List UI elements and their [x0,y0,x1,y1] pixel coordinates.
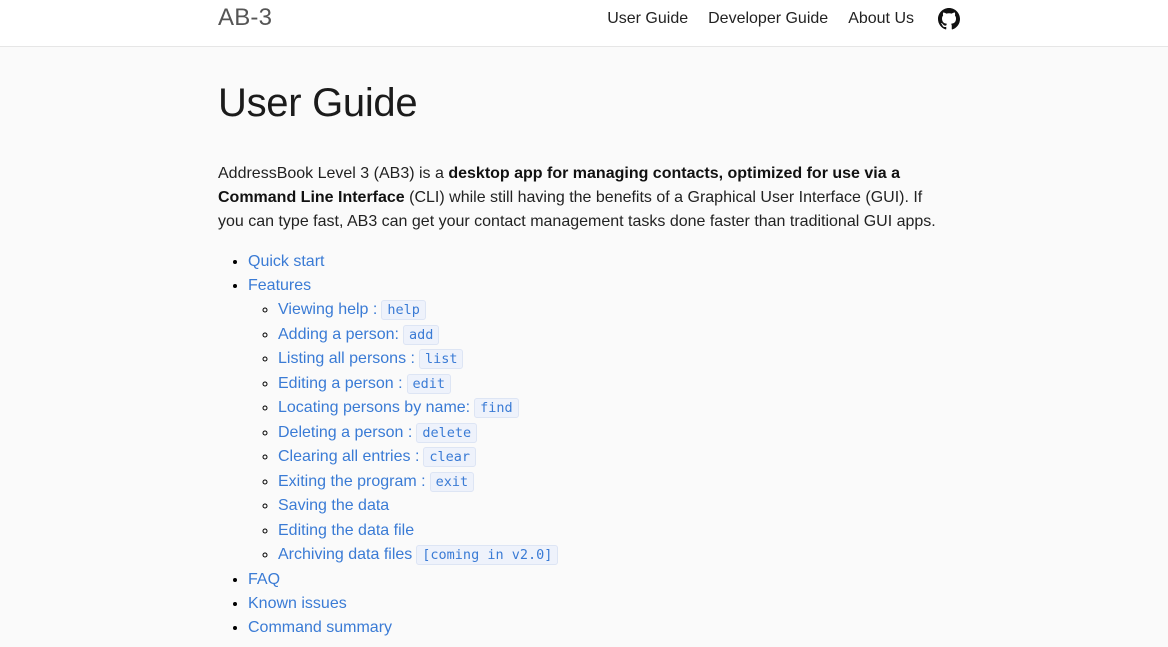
command-code: help [381,300,426,320]
command-code: find [474,398,519,418]
toc-link-adding-person[interactable]: Adding a person: [278,326,399,343]
toc-link-locating-persons[interactable]: Locating persons by name: [278,399,470,416]
toc-item: Command summary [248,616,948,640]
toc-subitem: Deleting a person :delete [278,421,948,446]
nav-user-guide[interactable]: User Guide [607,9,688,29]
intro-text-1: AddressBook Level 3 (AB3) is a [218,165,449,182]
brand-logo[interactable]: AB-3 [218,4,272,32]
toc-subitem: Exiting the program :exit [278,470,948,495]
site-header: AB-3 User Guide Developer Guide About Us [0,0,1168,47]
toc-link-listing-persons[interactable]: Listing all persons : [278,350,415,367]
toc-subitem: Saving the data [278,494,948,519]
command-code: list [418,349,464,369]
top-nav: User Guide Developer Guide About Us [587,7,960,30]
intro-paragraph: AddressBook Level 3 (AB3) is a desktop a… [218,162,948,234]
command-code: edit [406,373,452,394]
toc-subitem: Archiving data files[coming in v2.0] [278,543,948,568]
toc-link-saving-data[interactable]: Saving the data [278,497,389,514]
nav-about-us[interactable]: About Us [848,9,914,29]
command-code: [coming in v2.0] [416,545,559,565]
toc-link-clearing-entries[interactable]: Clearing all entries : [278,448,419,465]
table-of-contents: Quick start Features Viewing help :help … [218,250,948,640]
toc-item: Quick start [248,250,948,274]
toc-link-faq[interactable]: FAQ [248,571,280,588]
toc-subitem: Locating persons by name:find [278,396,948,421]
features-sublist: Viewing help :help Adding a person:add L… [248,298,948,568]
toc-link-features[interactable]: Features [248,277,311,294]
page-title: User Guide [218,81,418,125]
toc-link-editing-data-file[interactable]: Editing the data file [278,522,414,539]
toc-item: FAQ [248,568,948,592]
toc-link-editing-person[interactable]: Editing a person : [278,375,403,392]
command-code: add [402,324,440,345]
toc-link-archiving-data[interactable]: Archiving data files [278,546,412,563]
main-content: User Guide AddressBook Level 3 (AB3) is … [218,76,948,640]
toc-subitem: Editing the data file [278,519,948,544]
toc-subitem: Viewing help :help [278,298,948,323]
toc-subitem: Clearing all entries :clear [278,445,948,470]
toc-link-exiting-program[interactable]: Exiting the program : [278,473,426,490]
toc-link-deleting-person[interactable]: Deleting a person : [278,424,412,441]
toc-link-known-issues[interactable]: Known issues [248,595,347,612]
github-icon[interactable] [938,8,960,30]
toc-link-quick-start[interactable]: Quick start [248,253,324,270]
toc-subitem: Adding a person:add [278,323,948,348]
toc-subitem: Editing a person :edit [278,372,948,397]
toc-item: Features Viewing help :help Adding a per… [248,274,948,568]
nav-developer-guide[interactable]: Developer Guide [708,9,828,29]
command-code: exit [429,471,475,492]
command-code: clear [423,447,477,467]
toc-subitem: Listing all persons :list [278,347,948,372]
command-code: delete [416,422,478,443]
toc-item: Known issues [248,592,948,616]
toc-link-viewing-help[interactable]: Viewing help : [278,301,377,318]
toc-link-command-summary[interactable]: Command summary [248,619,392,636]
